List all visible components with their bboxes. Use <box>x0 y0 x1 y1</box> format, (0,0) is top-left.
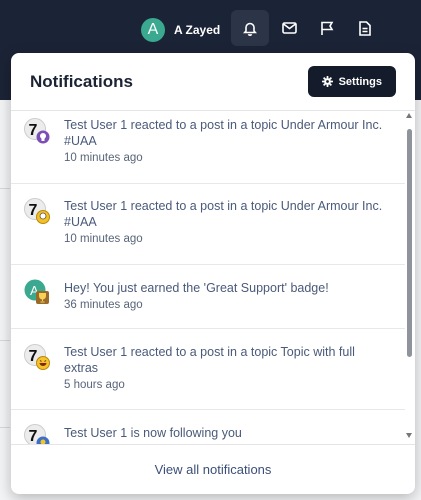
notification-text: Test User 1 is now following you <box>64 426 242 440</box>
notification-time: 5 hours ago <box>64 379 125 391</box>
scrollbar-thumb[interactable] <box>407 129 412 357</box>
notification-time: 10 minutes ago <box>64 152 143 164</box>
scrollbar[interactable] <box>405 111 415 444</box>
notification-item[interactable]: 7 Test User 1 is now following you <box>11 410 405 444</box>
user-avatar-icon: 7 <box>24 118 50 144</box>
scroll-down-icon[interactable] <box>406 433 412 438</box>
notification-item[interactable]: 7 Test User 1 reacted to a post in a top… <box>11 111 405 184</box>
user-name: A Zayed <box>174 23 221 37</box>
bell-icon[interactable] <box>231 10 269 46</box>
user-avatar-icon: 7 <box>24 198 50 224</box>
divider <box>0 427 10 428</box>
notification-item[interactable]: 7 Test User 1 reacted to a post in a top… <box>11 184 405 265</box>
user-menu[interactable]: A A Zayed <box>141 18 220 42</box>
panel-header: Notifications Settings <box>11 53 415 111</box>
notification-item[interactable]: A Hey! You just earned the 'Great Suppor… <box>11 265 405 329</box>
document-icon[interactable] <box>346 10 384 46</box>
notifications-panel: Notifications Settings 7 Test User 1 rea… <box>11 53 415 494</box>
settings-button[interactable]: Settings <box>307 66 396 97</box>
flag-icon[interactable] <box>308 10 346 46</box>
divider <box>0 188 10 189</box>
mail-icon[interactable] <box>270 10 308 46</box>
divider <box>0 340 10 341</box>
notification-text: Test User 1 reacted to a post in a topic… <box>64 345 355 375</box>
notification-time: 36 minutes ago <box>64 299 143 311</box>
notification-item[interactable]: 7 Test User 1 reacted to a post in a top… <box>11 329 405 410</box>
avatar: A <box>141 18 165 42</box>
user-avatar-icon: 7 <box>24 424 50 444</box>
award-avatar-icon: A <box>24 279 49 304</box>
notification-time: 10 minutes ago <box>64 233 143 245</box>
settings-label: Settings <box>338 75 382 88</box>
notification-text: Test User 1 reacted to a post in a topic… <box>64 199 383 229</box>
scroll-up-icon[interactable] <box>406 113 412 118</box>
notification-text: Test User 1 reacted to a post in a topic… <box>64 118 383 148</box>
svg-text:7: 7 <box>29 122 38 139</box>
panel-footer: View all notifications <box>11 444 415 494</box>
notification-text: Hey! You just earned the 'Great Support'… <box>64 281 329 295</box>
gear-icon <box>321 76 333 87</box>
svg-text:7: 7 <box>29 428 38 444</box>
panel-title: Notifications <box>30 71 133 91</box>
view-all-notifications-link[interactable]: View all notifications <box>155 462 272 477</box>
user-avatar-icon: 7 <box>24 344 50 370</box>
notification-list: 7 Test User 1 reacted to a post in a top… <box>11 111 405 444</box>
